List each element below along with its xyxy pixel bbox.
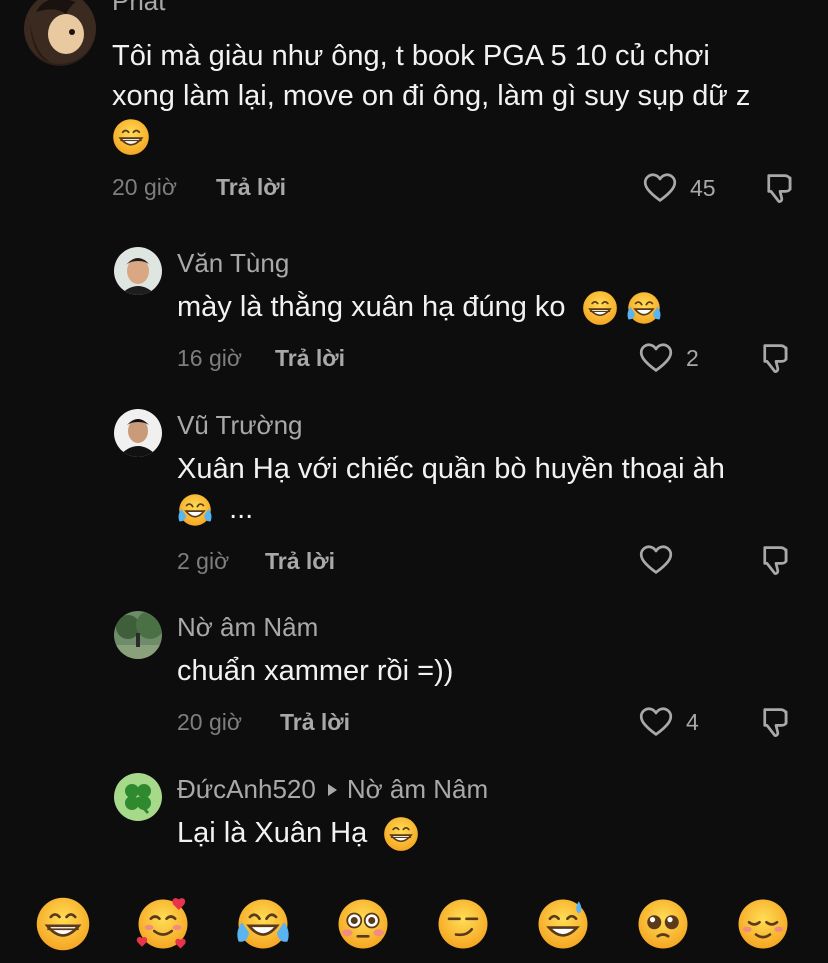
pleading-emoji-button[interactable] <box>635 896 691 952</box>
grinning-emoji <box>582 290 618 326</box>
like-button[interactable]: 4 <box>638 704 699 740</box>
grinning-emoji <box>383 816 419 852</box>
comment-author[interactable]: ĐứcAnh520 Nờ âm Nâm <box>177 774 488 805</box>
reply-button[interactable]: Trả lời <box>265 548 335 575</box>
smiling-hearts-emoji-button[interactable] <box>135 896 191 952</box>
smirk-emoji-button[interactable] <box>435 896 491 952</box>
like-button[interactable] <box>638 542 686 578</box>
avatar-image <box>24 0 96 64</box>
comment-text: Xuân Hạ với chiếc quần bò huyền thoại àh… <box>177 449 797 529</box>
comment-text-content: Lại là Xuân Hạ <box>177 817 368 849</box>
author-name[interactable]: ĐứcAnh520 <box>177 774 316 804</box>
heart-icon <box>638 340 674 376</box>
comment-text: Lại là Xuân Hạ <box>177 813 777 853</box>
dislike-button[interactable] <box>762 170 798 211</box>
comment-text-line: xong làm lại, move on đi ông, làm gì suy… <box>112 80 751 112</box>
comment-text: chuẩn xammer rồi =)) <box>177 655 454 687</box>
avatar[interactable] <box>114 409 162 457</box>
dislike-button[interactable] <box>758 340 794 381</box>
avatar[interactable] <box>114 247 162 295</box>
tears-of-joy-emoji <box>626 290 662 326</box>
reply-button[interactable]: Trả lời <box>275 345 345 372</box>
comment-text: mày là thằng xuân hạ đúng ko <box>177 287 777 327</box>
dislike-icon <box>758 542 794 578</box>
avatar-image <box>114 611 162 659</box>
like-count: 45 <box>690 174 716 201</box>
tears-of-joy-emoji-button[interactable] <box>235 896 291 952</box>
avatar-image <box>114 409 162 457</box>
comment-author[interactable]: Phát <box>112 0 166 17</box>
dislike-icon <box>758 704 794 740</box>
see-more[interactable]: ... <box>229 493 253 525</box>
comment-time: 16 giờ <box>177 345 242 371</box>
reply-to-name[interactable]: Nờ âm Nâm <box>347 774 488 804</box>
comment-text: Tôi mà giàu như ông, t book PGA 5 10 củ … <box>112 36 812 156</box>
heart-icon <box>642 170 678 206</box>
reply-arrow-icon <box>327 784 337 797</box>
dislike-button[interactable] <box>758 704 794 745</box>
reply-button[interactable]: Trả lời <box>280 709 350 736</box>
flushed-emoji-button[interactable] <box>335 896 391 952</box>
like-count: 2 <box>686 344 699 371</box>
like-count: 4 <box>686 708 699 735</box>
avatar[interactable] <box>114 773 162 821</box>
comment-author[interactable]: Vũ Trường <box>177 410 303 441</box>
comment-time: 2 giờ <box>177 548 230 574</box>
like-button[interactable]: 2 <box>638 340 699 376</box>
dislike-button[interactable] <box>758 542 794 583</box>
reply-button[interactable]: Trả lời <box>216 174 286 201</box>
comment-author[interactable]: Văn Tùng <box>177 248 289 279</box>
comment-text-content: Xuân Hạ với chiếc quần bò huyền thoại àh <box>177 453 725 485</box>
grinning-emoji-button[interactable] <box>35 896 91 952</box>
grinning-emoji <box>112 118 150 156</box>
heart-icon <box>638 704 674 740</box>
comment-author[interactable]: Nờ âm Nâm <box>177 612 318 643</box>
comment-time: 20 giờ <box>177 709 242 735</box>
tears-of-joy-emoji <box>177 492 213 528</box>
dislike-icon <box>758 340 794 376</box>
dislike-icon <box>762 170 798 206</box>
relieved-emoji-button[interactable] <box>735 896 791 952</box>
comment-text-content: mày là thằng xuân hạ đúng ko <box>177 291 566 323</box>
avatar-image <box>114 773 162 821</box>
comment-text-line: ... <box>177 489 797 529</box>
heart-icon <box>638 542 674 578</box>
sweat-smile-emoji-button[interactable] <box>535 896 591 952</box>
comment-time: 20 giờ <box>112 174 177 200</box>
comment-text-line: Tôi mà giàu như ông, t book PGA 5 10 củ … <box>112 40 710 72</box>
like-button[interactable]: 45 <box>642 170 716 206</box>
avatar-image <box>114 247 162 295</box>
avatar[interactable] <box>114 611 162 659</box>
avatar[interactable] <box>24 0 96 66</box>
